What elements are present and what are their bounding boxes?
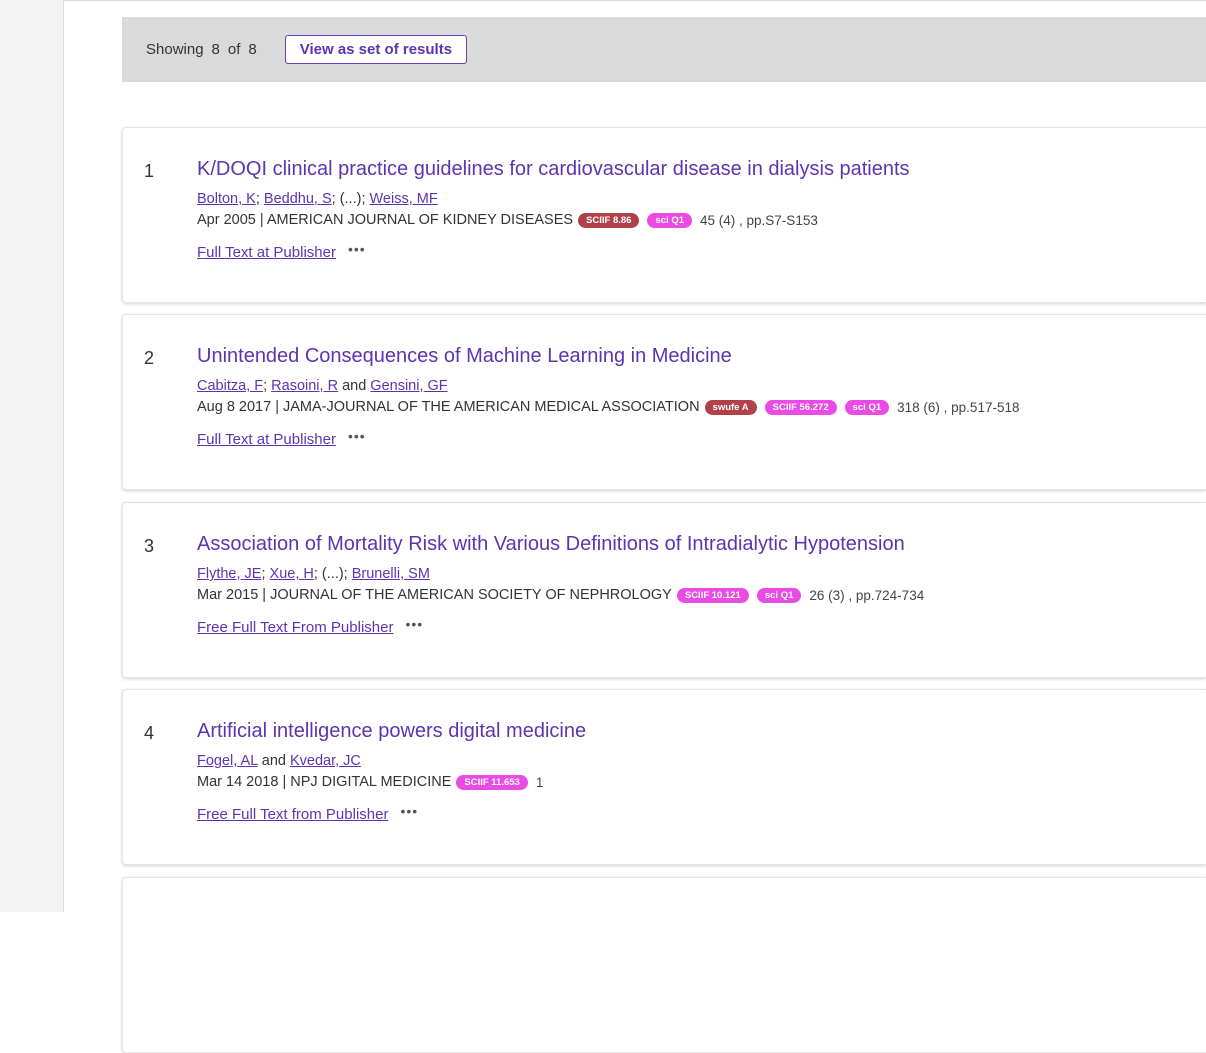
more-options-icon[interactable]: ••• <box>348 428 366 444</box>
author-link[interactable]: Beddhu, S <box>264 191 332 207</box>
record-source: Mar 14 2018 | NPJ DIGITAL MEDICINE SCIIF … <box>197 774 543 790</box>
record-source: Apr 2005 | AMERICAN JOURNAL OF KIDNEY DI… <box>197 212 818 228</box>
view-as-set-button[interactable]: View as set of results <box>284 35 468 64</box>
metric-badge: SCIIF 56.272 <box>764 399 837 415</box>
volume-pages: 318 (6) , pp.517-518 <box>897 399 1020 415</box>
author-separator: and <box>257 753 290 769</box>
more-options-icon[interactable]: ••• <box>400 803 418 819</box>
shown-count: 8 <box>211 41 220 58</box>
record-index: 2 <box>144 348 155 368</box>
metric-badge: sci Q1 <box>756 587 802 603</box>
record-authors: Bolton, K; Beddhu, S; (...); Weiss, MF <box>197 191 438 207</box>
results-summary-bar: Showing 8 of 8 View as set of results <box>122 17 1206 82</box>
author-separator: ; <box>261 566 270 582</box>
more-options-icon[interactable]: ••• <box>348 241 366 257</box>
source-journal: Apr 2005 | AMERICAN JOURNAL OF KIDNEY DI… <box>197 212 574 228</box>
author-link[interactable]: Xue, H <box>270 566 314 582</box>
author-separator: ; (...); <box>331 191 370 207</box>
author-link[interactable]: Weiss, MF <box>370 191 438 207</box>
metric-badge: sci Q1 <box>844 399 890 415</box>
record-card-partial <box>122 877 1206 1053</box>
of-label: of <box>227 41 241 58</box>
full-text-link[interactable]: Full Text at Publisher <box>197 431 336 448</box>
author-link[interactable]: Bolton, K <box>197 191 256 207</box>
record-title-link[interactable]: K/DOQI clinical practice guidelines for … <box>197 158 910 181</box>
author-separator: and <box>338 378 371 394</box>
source-journal: Mar 14 2018 | NPJ DIGITAL MEDICINE <box>197 774 452 790</box>
left-sidebar <box>0 0 64 912</box>
record-authors: Flythe, JE; Xue, H; (...); Brunelli, SM <box>197 566 430 582</box>
record-source: Aug 8 2017 | JAMA-JOURNAL OF THE AMERICA… <box>197 399 1019 415</box>
author-separator: ; <box>263 378 272 394</box>
volume-pages: 45 (4) , pp.S7-S153 <box>700 212 818 228</box>
record-links: Free Full Text from Publisher ••• <box>197 803 418 824</box>
more-options-icon[interactable]: ••• <box>405 616 423 632</box>
metric-badge: SCIIF 10.121 <box>676 587 749 603</box>
author-separator: ; <box>255 191 264 207</box>
record-title-link[interactable]: Artificial intelligence powers digital m… <box>197 720 586 743</box>
record-authors: Cabitza, F; Rasoini, R and Gensini, GF <box>197 378 448 394</box>
total-count: 8 <box>248 41 257 58</box>
metric-badge: sci Q1 <box>647 212 693 228</box>
record-card: 4 Artificial intelligence powers digital … <box>122 689 1206 865</box>
author-link[interactable]: Rasoini, R <box>271 378 338 394</box>
author-separator: ; (...); <box>313 566 352 582</box>
results-count-text: Showing 8 of 8 <box>146 41 261 58</box>
author-link[interactable]: Kvedar, JC <box>290 753 361 769</box>
record-index: 4 <box>144 723 155 743</box>
author-link[interactable]: Flythe, JE <box>197 566 261 582</box>
author-link[interactable]: Fogel, AL <box>197 753 258 769</box>
full-text-link[interactable]: Free Full Text from Publisher <box>197 806 388 823</box>
metric-badge: swufe A <box>704 399 757 415</box>
full-text-link[interactable]: Full Text at Publisher <box>197 244 336 261</box>
record-card: 3 Association of Mortality Risk with Vari… <box>122 502 1206 678</box>
source-journal: Mar 2015 | JOURNAL OF THE AMERICAN SOCIE… <box>197 587 672 603</box>
record-links: Full Text at Publisher ••• <box>197 241 366 262</box>
author-link[interactable]: Gensini, GF <box>370 378 447 394</box>
author-link[interactable]: Brunelli, SM <box>352 566 430 582</box>
record-source: Mar 2015 | JOURNAL OF THE AMERICAN SOCIE… <box>197 587 924 603</box>
record-authors: Fogel, AL and Kvedar, JC <box>197 753 361 769</box>
showing-label: Showing <box>146 41 204 58</box>
record-card: 1 K/DOQI clinical practice guidelines for… <box>122 127 1206 303</box>
record-index: 1 <box>144 161 155 181</box>
author-link[interactable]: Cabitza, F <box>197 378 263 394</box>
source-journal: Aug 8 2017 | JAMA-JOURNAL OF THE AMERICA… <box>197 399 700 415</box>
top-divider <box>64 0 1206 1</box>
volume-pages: 26 (3) , pp.724-734 <box>809 587 925 603</box>
record-links: Full Text at Publisher ••• <box>197 428 366 449</box>
metric-badge: SCIIF 8.86 <box>578 212 640 228</box>
record-card: 2 Unintended Consequences of Machine Lear… <box>122 314 1206 490</box>
record-index: 3 <box>144 536 155 556</box>
full-text-link[interactable]: Free Full Text From Publisher <box>197 619 393 636</box>
metric-badge: SCIIF 11.653 <box>456 774 528 790</box>
volume-pages: 1 <box>535 774 544 790</box>
record-links: Free Full Text From Publisher ••• <box>197 616 423 637</box>
record-title-link[interactable]: Association of Mortality Risk with Vario… <box>197 533 905 556</box>
record-title-link[interactable]: Unintended Consequences of Machine Learn… <box>197 345 732 368</box>
